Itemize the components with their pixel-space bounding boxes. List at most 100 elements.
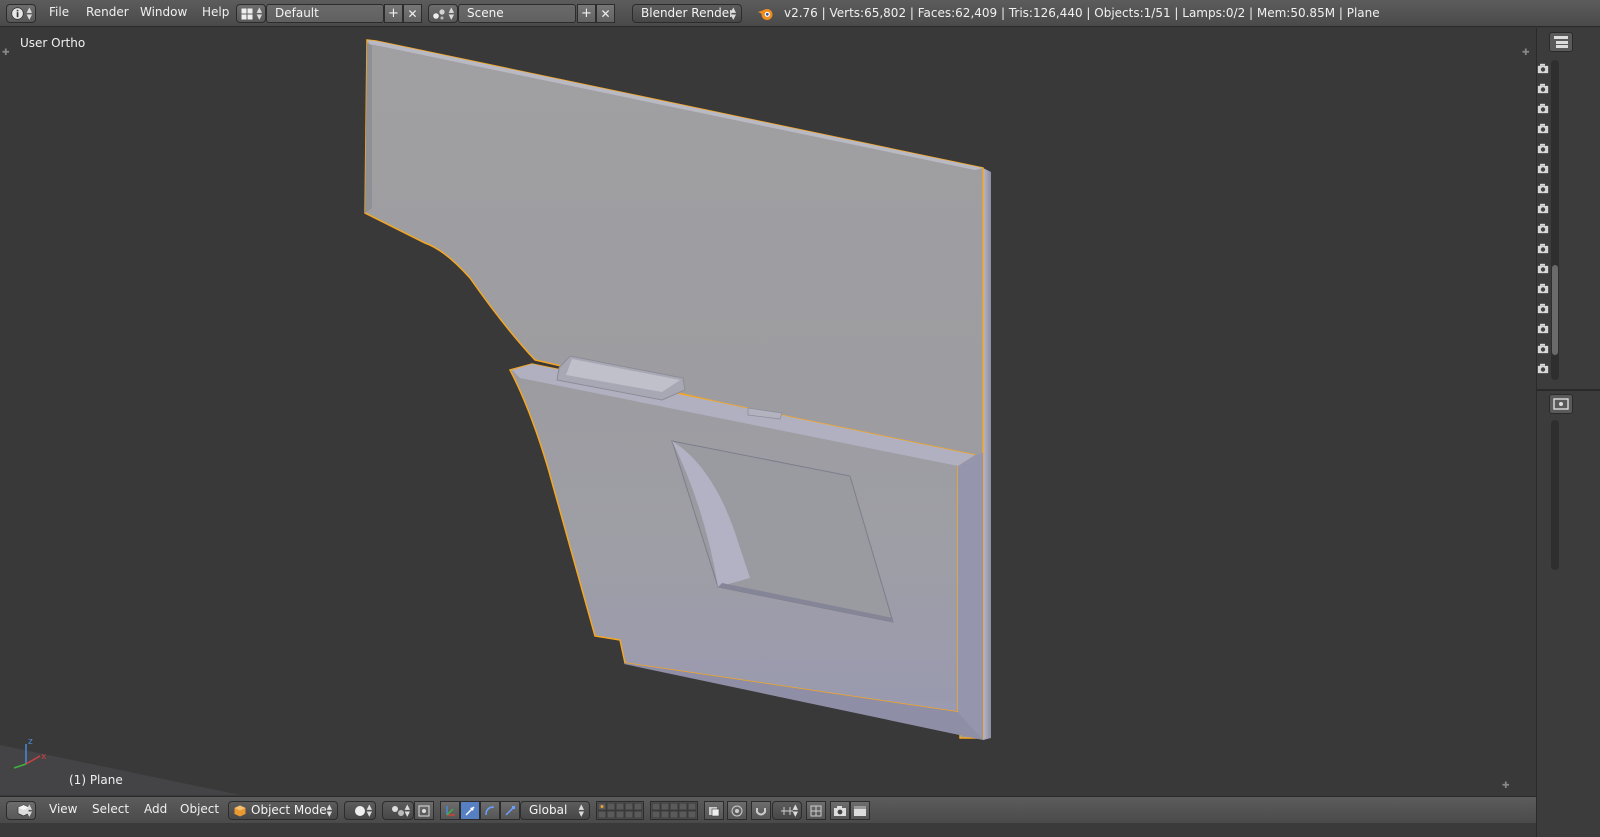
render-camera-icon[interactable] bbox=[1537, 143, 1551, 157]
translate-manipulator-button[interactable] bbox=[460, 801, 480, 820]
render-camera-icon[interactable] bbox=[1537, 303, 1551, 317]
area-split-corner-icon[interactable]: ✚ bbox=[1502, 781, 1510, 791]
properties-editor-button[interactable] bbox=[1549, 394, 1573, 414]
plus-icon: + bbox=[581, 6, 592, 21]
lock-layers-button[interactable] bbox=[704, 801, 724, 820]
layer-buttons-group-1[interactable] bbox=[596, 801, 644, 820]
render-camera-icon[interactable] bbox=[1537, 203, 1551, 217]
axis-x-label: x bbox=[41, 752, 47, 762]
axis-gizmo: z x bbox=[13, 737, 47, 769]
render-camera-icon[interactable] bbox=[1537, 243, 1551, 257]
scrollbar-thumb[interactable] bbox=[1552, 265, 1558, 355]
3d-viewport[interactable]: User Ortho z x (1) Plane ✚ ✚ ✚ bbox=[0, 28, 1536, 795]
chevron-updown-icon: ▲ ▼ bbox=[730, 6, 736, 21]
add-layout-button[interactable]: + bbox=[384, 4, 403, 23]
scene-browse-button[interactable]: ▲ ▼ bbox=[428, 4, 458, 23]
pivot-icon bbox=[392, 805, 404, 816]
outliner-scrollbar[interactable] bbox=[1551, 60, 1559, 380]
render-camera-icon[interactable] bbox=[1537, 83, 1551, 97]
blender-logo-icon bbox=[758, 9, 773, 20]
snap-toggle-button[interactable] bbox=[751, 801, 771, 820]
axes-manipulator-icon bbox=[446, 805, 455, 816]
scene-name-field[interactable]: Scene bbox=[458, 4, 576, 23]
render-camera-icon[interactable] bbox=[1537, 63, 1551, 77]
render-camera-icon[interactable] bbox=[1537, 183, 1551, 197]
solid-sphere-icon bbox=[355, 805, 365, 816]
bottom-area-fill bbox=[0, 823, 1536, 837]
properties-icon bbox=[1553, 398, 1569, 410]
info-header: ▲ ▼ File Render Window Help ▲ ▼ Default + … bbox=[0, 0, 1600, 27]
render-camera-icon[interactable] bbox=[1537, 163, 1551, 177]
editor-type-3dview-button[interactable]: ▲ ▼ bbox=[6, 801, 36, 820]
layout-grid-icon bbox=[241, 8, 253, 19]
render-image-button[interactable] bbox=[830, 801, 850, 820]
chevron-updown-icon: ▲ ▼ bbox=[326, 803, 332, 818]
snap-element-dropdown[interactable]: ▲ ▼ bbox=[772, 801, 802, 820]
menu-render[interactable]: Render bbox=[86, 5, 129, 24]
render-camera-icon[interactable] bbox=[1537, 363, 1551, 377]
render-engine-dropdown[interactable]: Blender Render ▲ ▼ bbox=[632, 4, 742, 23]
chevron-updown-icon: ▲ ▼ bbox=[578, 803, 584, 818]
delete-layout-button[interactable]: ✕ bbox=[403, 4, 422, 23]
mesh-lower-right-face bbox=[958, 453, 983, 740]
menu-window[interactable]: Window bbox=[140, 5, 187, 24]
editor-type-info-button[interactable]: ▲ ▼ bbox=[6, 4, 36, 23]
transform-orientation-dropdown[interactable]: Global ▲ ▼ bbox=[520, 801, 590, 820]
menu-help[interactable]: Help bbox=[202, 5, 229, 24]
chevron-updown-icon: ▲ ▼ bbox=[792, 803, 798, 818]
layout-name-field[interactable]: Default bbox=[266, 4, 384, 23]
clapper-icon bbox=[854, 805, 866, 816]
magnet-icon bbox=[756, 807, 766, 815]
manipulate-center-button[interactable] bbox=[414, 801, 434, 820]
opengl-render-button[interactable] bbox=[806, 801, 826, 820]
proportional-circle-icon bbox=[731, 805, 743, 816]
grid-render-icon bbox=[810, 805, 822, 816]
object-cube-icon bbox=[234, 805, 246, 817]
menu-select[interactable]: Select bbox=[92, 802, 129, 821]
arrow-translate-icon bbox=[465, 805, 475, 816]
proportional-edit-button[interactable] bbox=[727, 801, 747, 820]
chevron-updown-icon: ▲ ▼ bbox=[256, 6, 262, 21]
render-animation-button[interactable] bbox=[850, 801, 870, 820]
chevron-updown-icon: ▲ ▼ bbox=[404, 803, 410, 818]
layers-lock-icon bbox=[709, 806, 720, 816]
properties-scrollbar[interactable] bbox=[1551, 420, 1559, 570]
layer-grid-icon bbox=[651, 802, 697, 819]
mode-label: Object Mode bbox=[251, 803, 327, 817]
chevron-updown-icon: ▲ ▼ bbox=[366, 803, 372, 818]
layer-buttons-group-2[interactable] bbox=[650, 801, 698, 820]
area-split-corner-icon[interactable]: ✚ bbox=[1522, 48, 1530, 58]
scale-manipulator-button[interactable] bbox=[500, 801, 520, 820]
menu-view[interactable]: View bbox=[49, 802, 77, 821]
plus-icon: + bbox=[388, 6, 399, 21]
center-dots-icon bbox=[418, 805, 430, 816]
render-camera-icon[interactable] bbox=[1537, 323, 1551, 337]
panel-divider bbox=[1537, 389, 1600, 391]
delete-scene-button[interactable]: ✕ bbox=[596, 4, 615, 23]
3d-view-header: ▲ ▼ View Select Add Object Object Mode ▲ ▼… bbox=[0, 796, 1536, 823]
close-icon: ✕ bbox=[600, 6, 611, 21]
close-icon: ✕ bbox=[407, 6, 418, 21]
viewport-shading-dropdown[interactable]: ▲ ▼ bbox=[344, 801, 376, 820]
viewport-canvas[interactable] bbox=[0, 28, 1536, 795]
menu-file[interactable]: File bbox=[49, 5, 69, 24]
outliner-editor-button[interactable] bbox=[1549, 32, 1573, 52]
render-camera-icon[interactable] bbox=[1537, 123, 1551, 137]
render-camera-icon[interactable] bbox=[1537, 223, 1551, 237]
scale-icon bbox=[505, 805, 515, 816]
rotate-manipulator-button[interactable] bbox=[480, 801, 500, 820]
menu-add[interactable]: Add bbox=[144, 802, 167, 821]
outliner-icon bbox=[1554, 36, 1568, 48]
render-camera-icon[interactable] bbox=[1537, 103, 1551, 117]
manipulator-toggle-button[interactable] bbox=[440, 801, 460, 820]
interaction-mode-dropdown[interactable]: Object Mode ▲ ▼ bbox=[228, 801, 338, 820]
render-camera-icon[interactable] bbox=[1537, 343, 1551, 357]
render-camera-icon[interactable] bbox=[1537, 283, 1551, 297]
layout-browse-button[interactable]: ▲ ▼ bbox=[236, 4, 266, 23]
area-split-corner-icon[interactable]: ✚ bbox=[2, 48, 10, 58]
render-engine-label: Blender Render bbox=[641, 6, 735, 20]
render-camera-icon[interactable] bbox=[1537, 263, 1551, 277]
pivot-point-dropdown[interactable]: ▲ ▼ bbox=[382, 801, 414, 820]
add-scene-button[interactable]: + bbox=[577, 4, 596, 23]
menu-object[interactable]: Object bbox=[180, 802, 219, 821]
